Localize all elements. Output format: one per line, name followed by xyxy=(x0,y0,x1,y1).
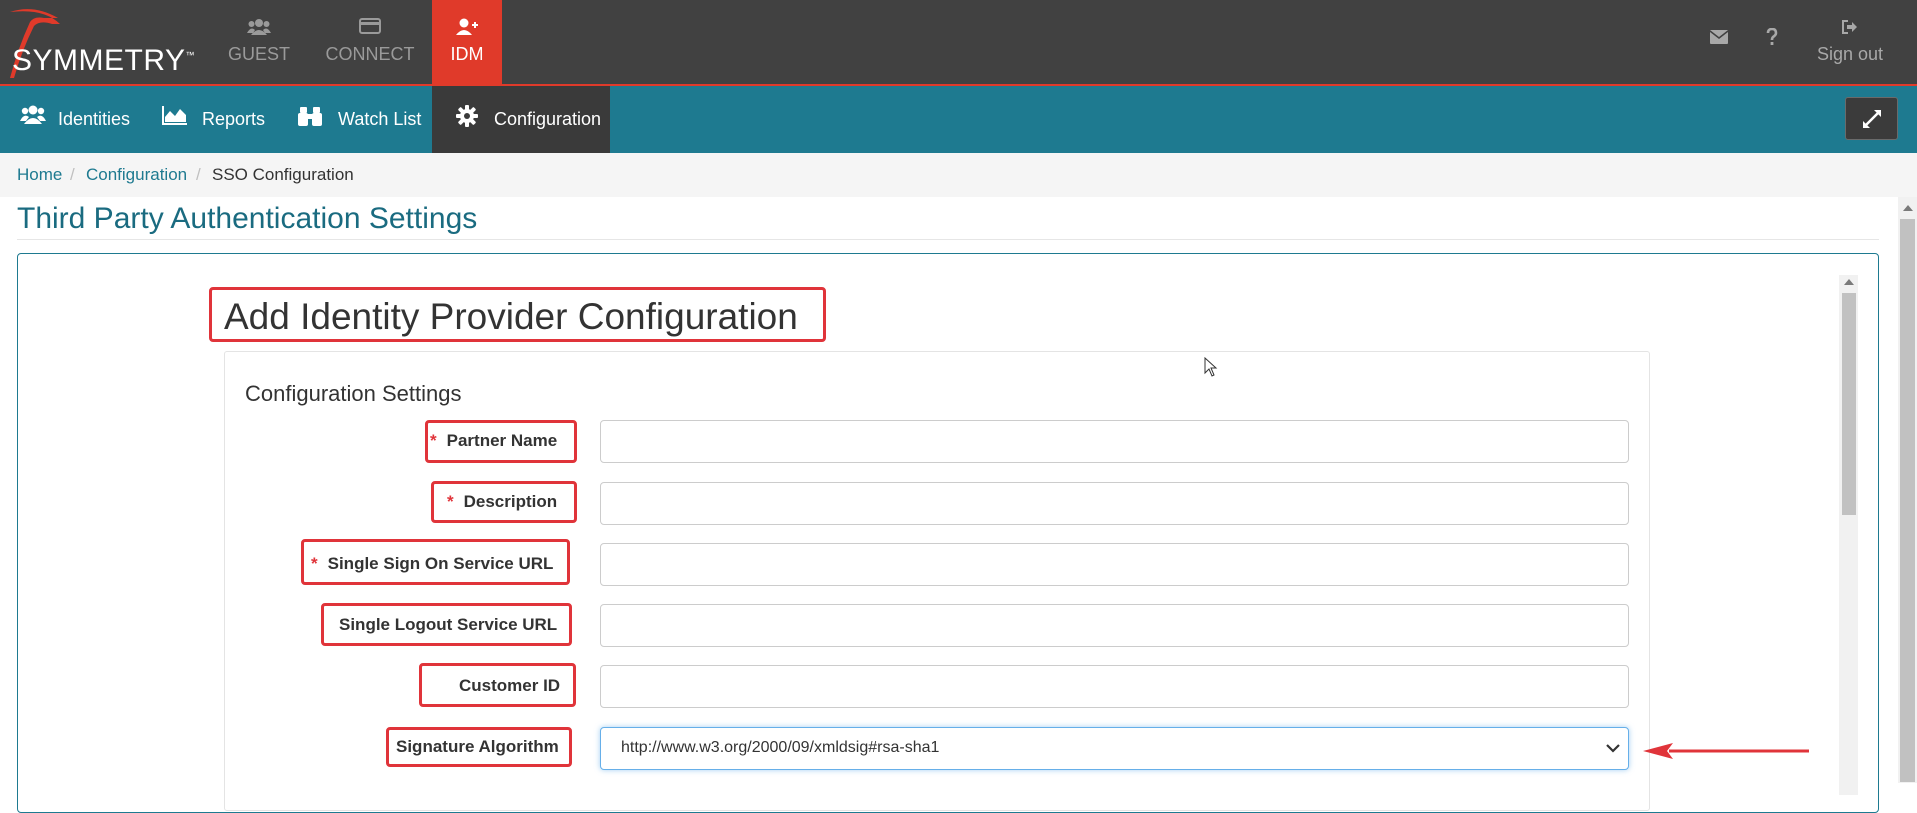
subnav-identities-label: Identities xyxy=(58,109,131,129)
gear-icon xyxy=(456,105,478,127)
breadcrumb-separator: / xyxy=(70,165,75,184)
topnav-guest[interactable]: GUEST xyxy=(222,0,296,86)
subnav-configuration-label: Configuration xyxy=(494,109,602,129)
highlight-box xyxy=(209,287,826,342)
subnav-watch-list-label: Watch List xyxy=(338,109,422,129)
users-icon xyxy=(247,19,271,35)
partner-name-input[interactable] xyxy=(600,420,1629,463)
topnav-idm[interactable]: IDM xyxy=(432,0,502,86)
topnav-idm-label: IDM xyxy=(450,44,484,64)
highlight-box xyxy=(431,481,577,523)
scroll-up-arrow-icon[interactable] xyxy=(1903,205,1913,211)
panel-scrollbar[interactable] xyxy=(1839,275,1858,795)
customer-id-input[interactable] xyxy=(600,665,1629,708)
scrollbar-thumb[interactable] xyxy=(1842,293,1856,515)
scrollbar-thumb[interactable] xyxy=(1900,219,1915,782)
card-title: Configuration Settings xyxy=(245,381,462,406)
sign-out-icon xyxy=(1842,20,1857,34)
subnav-configuration[interactable]: Configuration xyxy=(432,86,610,153)
sign-out-label: Sign out xyxy=(1816,44,1884,64)
subnav-reports[interactable]: Reports xyxy=(150,86,290,153)
expand-icon xyxy=(1863,110,1881,128)
breadcrumb-separator: / xyxy=(196,165,201,184)
question-icon xyxy=(1766,27,1778,45)
help-button[interactable] xyxy=(1766,27,1778,51)
users-icon xyxy=(20,105,46,124)
highlight-box xyxy=(419,663,576,707)
breadcrumb-home[interactable]: Home xyxy=(17,165,62,185)
sub-nav: Identities Reports Watch List Configurat… xyxy=(0,86,1917,153)
slo-service-url-input[interactable] xyxy=(600,604,1629,647)
subnav-reports-label: Reports xyxy=(202,109,266,129)
highlight-box xyxy=(321,603,572,646)
subnav-identities[interactable]: Identities xyxy=(0,86,150,153)
topnav-connect-label: CONNECT xyxy=(325,44,415,64)
card-icon xyxy=(359,18,381,34)
chevron-down-icon xyxy=(1606,744,1620,753)
breadcrumb-current: SSO Configuration xyxy=(212,165,354,184)
brand-name: SYMMETRY™ xyxy=(12,44,195,77)
highlight-box xyxy=(301,539,570,585)
highlight-box xyxy=(386,727,572,767)
title-divider xyxy=(17,239,1879,240)
expand-button[interactable] xyxy=(1845,97,1898,140)
breadcrumb-configuration[interactable]: Configuration xyxy=(86,165,187,185)
area-chart-icon xyxy=(162,106,187,125)
signature-algorithm-select[interactable]: http://www.w3.org/2000/09/xmldsig#rsa-sh… xyxy=(600,727,1629,770)
top-bar: SYMMETRY™ GUEST CONNECT IDM Sign out xyxy=(0,0,1917,86)
mouse-cursor-icon xyxy=(1204,357,1218,377)
mail-button[interactable] xyxy=(1709,30,1729,49)
signature-algorithm-value: http://www.w3.org/2000/09/xmldsig#rsa-sh… xyxy=(621,739,940,756)
sso-service-url-input[interactable] xyxy=(600,543,1629,586)
topnav-guest-label: GUEST xyxy=(227,44,290,64)
highlight-box xyxy=(425,420,577,463)
description-input[interactable] xyxy=(600,482,1629,525)
topnav-connect[interactable]: CONNECT xyxy=(322,0,418,86)
sign-out-button[interactable]: Sign out xyxy=(1810,0,1890,86)
subnav-watch-list[interactable]: Watch List xyxy=(290,86,432,153)
breadcrumb: Home / Configuration / SSO Configuration xyxy=(0,153,1917,197)
envelope-icon xyxy=(1709,30,1729,44)
annotation-arrow-icon xyxy=(1643,743,1809,759)
binoculars-icon xyxy=(298,107,322,126)
page-scrollbar[interactable] xyxy=(1898,197,1917,783)
scroll-up-arrow-icon[interactable] xyxy=(1844,279,1854,285)
user-plus-icon xyxy=(456,18,478,35)
symmetry-logo[interactable]: SYMMETRY™ xyxy=(0,0,210,86)
page-title: Third Party Authentication Settings xyxy=(17,202,478,235)
